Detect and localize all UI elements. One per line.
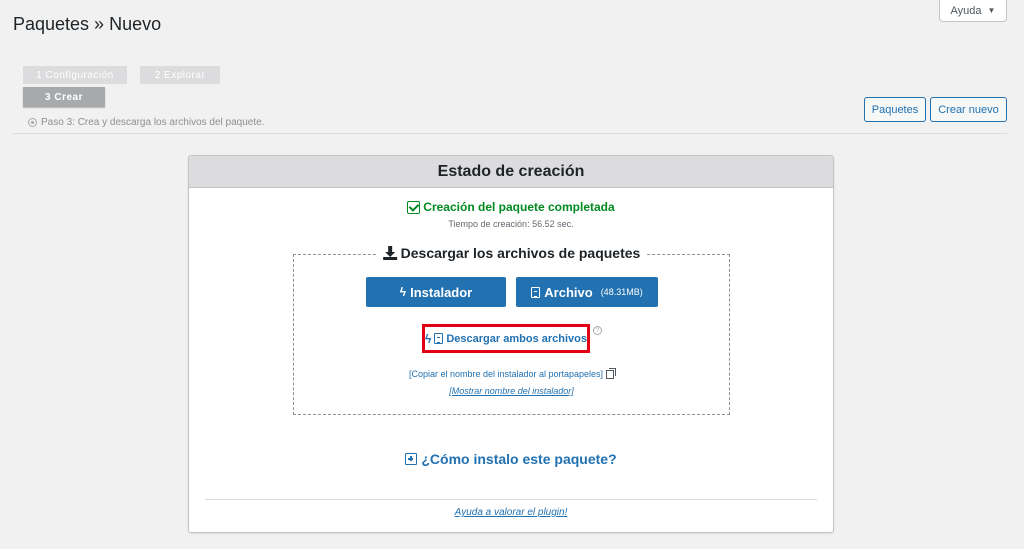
build-time-label: Tiempo de creación: [448, 219, 530, 229]
show-installer-name-link[interactable]: [Mostrar nombre del instalador] [294, 386, 729, 396]
archive-size: (48.31MB) [600, 287, 643, 297]
status-message: Creación del paquete completada [189, 200, 833, 214]
bolt-icon: ϟ [399, 285, 407, 299]
archive-button[interactable]: Archivo (48.31MB) [516, 277, 658, 307]
help-question-icon[interactable]: ? [593, 326, 602, 335]
caret-down-icon: ▼ [987, 6, 996, 15]
how-to-install-link[interactable]: ¿Cómo instalo este paquete? [189, 451, 833, 467]
build-time: Tiempo de creación: 56.52 sec. [189, 219, 833, 229]
download-title-text: Descargar los archivos de paquetes [400, 245, 641, 261]
checkbox-check-icon [407, 200, 421, 214]
page-title: Paquetes » Nuevo [13, 14, 162, 34]
installer-label: Instalador [410, 284, 473, 300]
installer-button[interactable]: ϟ Instalador [366, 277, 506, 307]
copy-icon [606, 368, 617, 379]
packages-button[interactable]: Paquetes [864, 97, 926, 122]
help-label: Ayuda [950, 4, 982, 17]
download-both-link[interactable]: ϟ Descargar ambos archivos [422, 324, 590, 353]
panel-divider [205, 499, 817, 500]
file-archive-icon [434, 333, 444, 344]
plus-square-icon [405, 453, 418, 465]
rate-plugin-link[interactable]: Ayuda a valorar el plugin! [189, 507, 833, 518]
download-both-label: Descargar ambos archivos [446, 332, 587, 345]
bolt-icon: ϟ [425, 331, 432, 346]
step-create: 3 Crear [23, 87, 105, 107]
file-archive-icon [531, 286, 541, 298]
create-new-button[interactable]: Crear nuevo [930, 97, 1007, 122]
download-box: Descargar los archivos de paquetes ϟ Ins… [293, 245, 730, 415]
header-divider [13, 133, 1007, 134]
build-time-value: 56.52 sec. [532, 219, 574, 229]
step-configuration: 1 Configuración [23, 66, 127, 84]
panel-title: Estado de creación [189, 156, 833, 188]
status-text: Creación del paquete completada [423, 200, 615, 214]
download-title: Descargar los archivos de paquetes [376, 245, 647, 261]
copy-installer-name-link[interactable]: [Copiar el nombre del instalador al port… [294, 368, 729, 379]
archive-label: Archivo [544, 284, 593, 300]
wordpress-icon [28, 118, 37, 127]
build-status-panel: Estado de creación Creación del paquete … [188, 155, 834, 533]
help-button[interactable]: Ayuda ▼ [939, 0, 1007, 22]
step-description: Paso 3: Crea y descarga los archivos del… [28, 117, 264, 128]
step-description-text: Paso 3: Crea y descarga los archivos del… [41, 117, 265, 128]
step-explore: 2 Explorar [140, 66, 220, 84]
copy-installer-label: [Copiar el nombre del instalador al port… [408, 369, 604, 379]
how-to-install-label: ¿Cómo instalo este paquete? [421, 451, 617, 467]
download-icon [382, 246, 397, 260]
